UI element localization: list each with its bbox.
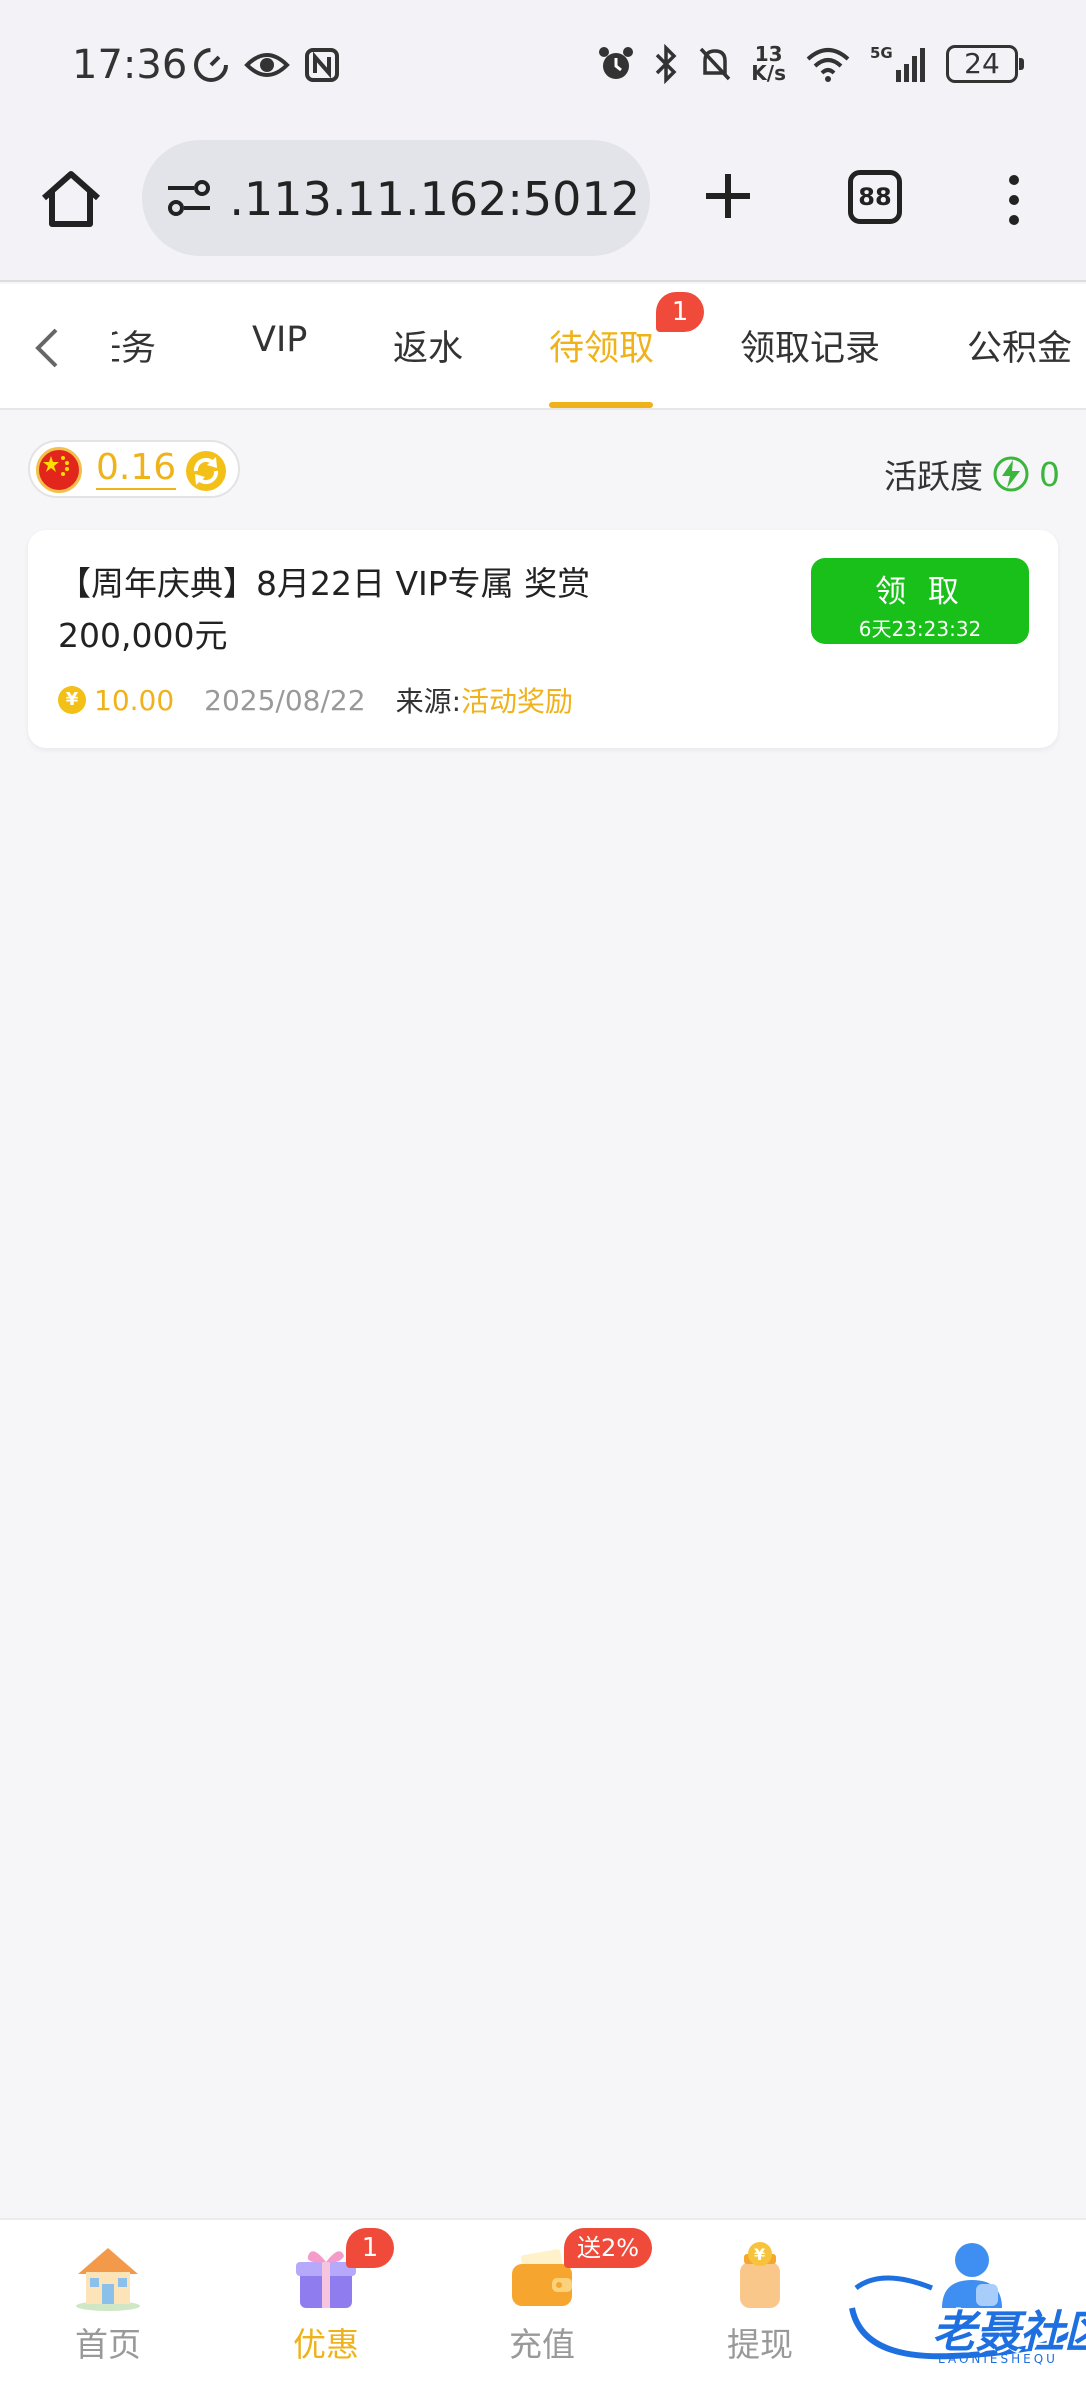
activity-label: 活跃度 (884, 457, 983, 496)
home-icon[interactable] (36, 164, 106, 234)
house-icon (76, 2248, 140, 2311)
coin-jar-icon: ¥ (740, 2242, 780, 2308)
refresh-icon[interactable] (184, 449, 228, 493)
nav-home-label: 首页 (75, 2325, 141, 2364)
lightning-icon (993, 456, 1029, 492)
source-label: 来源: (395, 685, 461, 718)
reward-amount: 10.00 (94, 683, 175, 717)
reward-title: 【周年庆典】8月22日 VIP专属 奖赏200,000元 (58, 564, 591, 655)
activity-value: 0 (1039, 454, 1060, 494)
browser-toolbar: 3.113.11.162:5012 88 (0, 140, 1086, 282)
chevron-left-icon[interactable] (30, 326, 64, 370)
claim-label: 领 取 (875, 574, 965, 610)
nav-home[interactable]: 首页 (38, 2240, 178, 2366)
promotions-badge: 1 (346, 2228, 394, 2268)
nav-promotions-label: 优惠 (293, 2325, 359, 2364)
alarm-icon (599, 47, 634, 79)
address-bar[interactable]: 3.113.11.162:5012 (142, 140, 650, 256)
balance-value: 0.16 (96, 447, 177, 490)
url-text[interactable]: 3.113.11.162:5012 (230, 172, 640, 226)
tab-rebate[interactable]: 返水 (393, 320, 463, 371)
battery-indicator: 24 (946, 45, 1024, 83)
activity-score: 活跃度 0 (884, 450, 1060, 498)
tab-tasks[interactable]: 任务 (112, 320, 156, 371)
eye-icon (244, 53, 290, 77)
category-tabs: 任务 VIP 返水 待领取 领取记录 公积金 (0, 284, 1086, 410)
net-speed: 13 K/s (751, 42, 786, 85)
speedometer-icon (194, 48, 228, 82)
china-flag-icon (36, 447, 82, 493)
status-bar: 17:36 13 K/s 5G 24 (0, 0, 1086, 140)
signal-5g-icon: 5G (870, 44, 925, 82)
tab-provident-fund[interactable]: 公积金 (967, 320, 1072, 371)
new-tab-icon[interactable] (696, 164, 760, 228)
deposit-bonus-badge: 送2% (564, 2228, 652, 2268)
tab-claim-history[interactable]: 领取记录 (740, 320, 880, 371)
nfc-icon (305, 48, 339, 82)
watermark-subtext: LAONIESHEQU (938, 2352, 1058, 2366)
bluetooth-icon (656, 44, 677, 84)
svg-text:¥: ¥ (754, 2245, 765, 2264)
wifi-icon (806, 48, 850, 82)
more-menu-icon[interactable] (1000, 172, 1028, 228)
source-value: 活动奖励 (461, 685, 574, 718)
reward-date: 2025/08/22 (204, 683, 366, 717)
clock: 17:36 (72, 42, 188, 88)
yuan-coin-icon: ¥ (58, 686, 86, 714)
tab-switcher-button[interactable]: 88 (848, 170, 902, 224)
mute-bell-icon (700, 47, 731, 81)
active-tab-indicator (549, 402, 653, 408)
site-settings-icon[interactable] (164, 176, 214, 220)
reward-card: 【周年庆典】8月22日 VIP专属 奖赏200,000元 领 取 6天23:23… (28, 530, 1058, 748)
nav-deposit-label: 充值 (509, 2325, 575, 2364)
watermark-text: 老聂社区 (932, 2307, 1086, 2358)
reward-meta: ¥ 10.00 2025/08/22 来源: 活动奖励 (58, 680, 573, 720)
nav-withdraw-label: 提现 (727, 2325, 793, 2364)
tab-pending-claim[interactable]: 待领取 (549, 320, 654, 371)
claim-button[interactable]: 领 取 6天23:23:32 (811, 558, 1029, 644)
balance-pill: 0.16 (28, 440, 240, 498)
pending-count-badge: 1 (656, 292, 704, 332)
nav-withdraw[interactable]: ¥ 提现 (690, 2240, 830, 2366)
claim-countdown: 6天23:23:32 (858, 617, 982, 641)
tab-vip[interactable]: VIP (252, 320, 307, 360)
watermark-logo: 老聂社区 LAONIESHEQU (842, 2248, 1086, 2368)
svg-text:5G: 5G (870, 44, 893, 62)
